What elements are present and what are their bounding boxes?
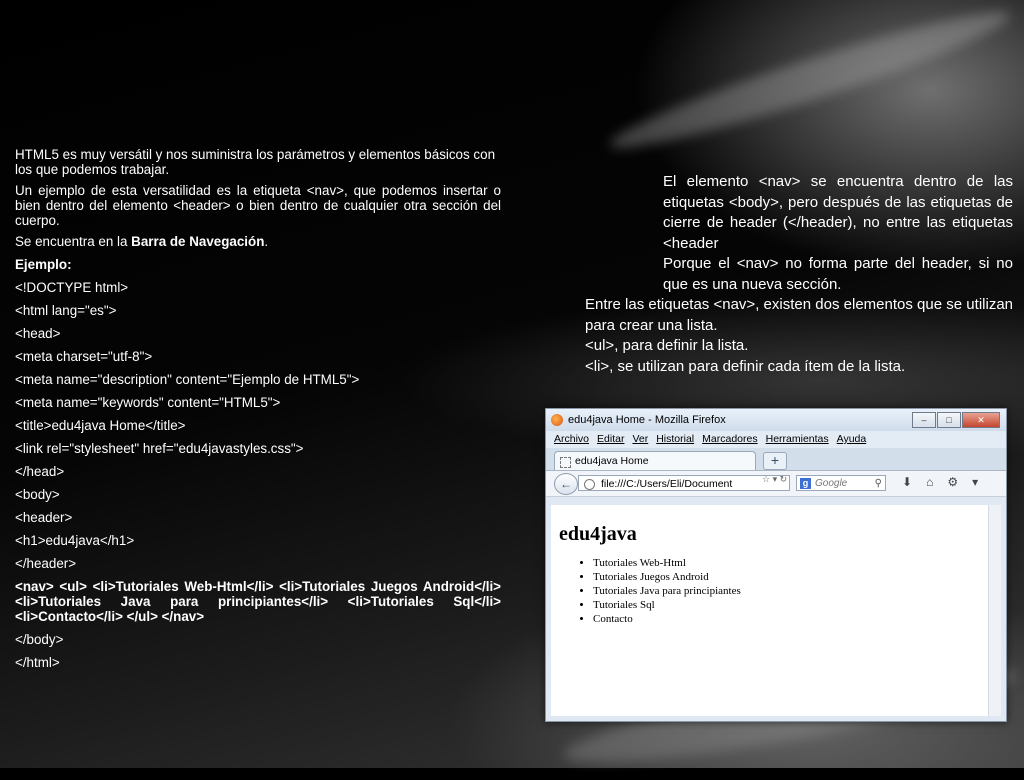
right-paragraph-2: Porque el <nav> no forma parte del heade… xyxy=(663,255,1013,293)
location-suffix: . xyxy=(264,234,269,249)
addon-icon[interactable]: ⚙ xyxy=(947,475,958,489)
left-text-column: HTML5 es muy versátil y nos suministra l… xyxy=(15,147,501,678)
browser-window-title: edu4java Home - Mozilla Firefox xyxy=(568,414,726,426)
menu-historial[interactable]: Historial xyxy=(656,431,694,448)
right-paragraph-3: Entre las etiquetas <nav>, existen dos e… xyxy=(585,296,1013,334)
menu-editar[interactable]: Editar xyxy=(597,431,624,448)
scrollbar[interactable] xyxy=(988,505,1001,716)
list-item: Tutoriales Sql xyxy=(593,598,1001,612)
menu-dropdown-icon[interactable]: ▾ xyxy=(972,475,978,489)
toolbar-icons: ⬇ ⌂ ⚙ ▾ xyxy=(902,475,978,489)
back-arrow-icon[interactable]: ← xyxy=(554,473,578,495)
nav-list: Tutoriales Web-Html Tutoriales Juegos An… xyxy=(551,556,1001,626)
reload-icon[interactable]: ↻ xyxy=(780,474,788,484)
url-bar[interactable]: file:///C:/Users/Eli/Document xyxy=(578,475,790,491)
close-icon[interactable]: ✕ xyxy=(962,412,1000,428)
list-item: Tutoriales Juegos Android xyxy=(593,570,1001,584)
browser-tab[interactable]: edu4java Home xyxy=(554,451,756,470)
new-tab-button[interactable]: + xyxy=(763,452,787,470)
tab-title: edu4java Home xyxy=(575,455,649,467)
browser-page-content: edu4java Tutoriales Web-Html Tutoriales … xyxy=(551,505,1001,716)
menu-herramientas[interactable]: Herramientas xyxy=(766,431,829,448)
code-line: <title>edu4java Home</title> xyxy=(15,418,186,433)
code-line: </header> xyxy=(15,556,77,571)
location-prefix: Se encuentra en la xyxy=(15,234,128,249)
location-bold: Barra de Navegación xyxy=(131,234,265,249)
google-icon: g xyxy=(800,478,811,489)
right-text-column: El elemento <nav> se encuentra dentro de… xyxy=(585,172,1013,377)
code-line: <meta name="keywords" content="HTML5"> xyxy=(15,395,281,410)
code-line: <link rel="stylesheet" href="edu4javasty… xyxy=(15,441,304,456)
browser-window-screenshot: edu4java Home - Mozilla Firefox – □ ✕ Ar… xyxy=(545,408,1007,722)
right-paragraph-4: <ul>, para definir la lista. xyxy=(585,337,749,354)
firefox-icon xyxy=(551,414,563,426)
dropdown-icon[interactable]: ▾ xyxy=(773,474,778,484)
search-placeholder: Google xyxy=(815,478,848,489)
globe-icon xyxy=(584,479,595,490)
right-paragraph-1: El elemento <nav> se encuentra dentro de… xyxy=(663,173,1013,252)
minimize-icon[interactable]: – xyxy=(912,412,936,428)
download-icon[interactable]: ⬇ xyxy=(902,475,912,489)
menu-archivo[interactable]: Archivo xyxy=(554,431,589,448)
browser-tabbar: edu4java Home + xyxy=(546,448,1006,471)
list-item: Tutoriales Web-Html xyxy=(593,556,1001,570)
maximize-icon[interactable]: □ xyxy=(937,412,961,428)
url-controls: ☆ ▾ ↻ xyxy=(762,474,787,485)
intro-paragraph-1: HTML5 es muy versátil y nos suministra l… xyxy=(15,147,496,177)
intro-paragraph-2: Un ejemplo de esta versatilidad es la et… xyxy=(15,183,501,228)
location-line: Se encuentra en la Barra de Navegación. xyxy=(15,234,501,249)
code-line: <header> xyxy=(15,510,73,525)
code-line: <body> xyxy=(15,487,60,502)
code-line: <meta name="description" content="Ejempl… xyxy=(15,372,360,387)
menu-ver[interactable]: Ver xyxy=(632,431,648,448)
page-heading: edu4java xyxy=(559,523,637,545)
page-icon xyxy=(560,457,571,468)
code-line: </html> xyxy=(15,655,60,670)
code-line: </head> xyxy=(15,464,65,479)
menu-ayuda[interactable]: Ayuda xyxy=(837,431,867,448)
code-line: </body> xyxy=(15,632,64,647)
home-icon[interactable]: ⌂ xyxy=(926,475,933,489)
browser-navbar: ← file:///C:/Users/Eli/Document ☆ ▾ ↻ g … xyxy=(546,471,1006,497)
search-bar[interactable]: g Google ⚲ xyxy=(796,475,886,491)
code-line: <meta charset="utf-8"> xyxy=(15,349,153,364)
nav-code-line: <nav> <ul> <li>Tutoriales Web-Html</li> … xyxy=(15,579,501,624)
search-icon[interactable]: ⚲ xyxy=(875,476,882,492)
code-line: <html lang="es"> xyxy=(15,303,117,318)
browser-menubar: Archivo Editar Ver Historial Marcadores … xyxy=(546,431,1006,448)
right-paragraph-5: <li>, se utilizan para definir cada ítem… xyxy=(585,357,906,375)
example-label: Ejemplo: xyxy=(15,257,72,272)
window-controls: – □ ✕ xyxy=(912,412,1000,428)
menu-marcadores[interactable]: Marcadores xyxy=(702,431,757,448)
star-icon[interactable]: ☆ xyxy=(762,474,770,484)
browser-titlebar: edu4java Home - Mozilla Firefox – □ ✕ xyxy=(546,409,1006,431)
list-item: Tutoriales Java para principiantes xyxy=(593,584,1001,598)
code-line: <!DOCTYPE html> xyxy=(15,280,129,295)
list-item: Contacto xyxy=(593,612,1001,626)
code-line: <h1>edu4java</h1> xyxy=(15,533,135,548)
code-line: <head> xyxy=(15,326,61,341)
url-text: file:///C:/Users/Eli/Document xyxy=(601,478,733,490)
